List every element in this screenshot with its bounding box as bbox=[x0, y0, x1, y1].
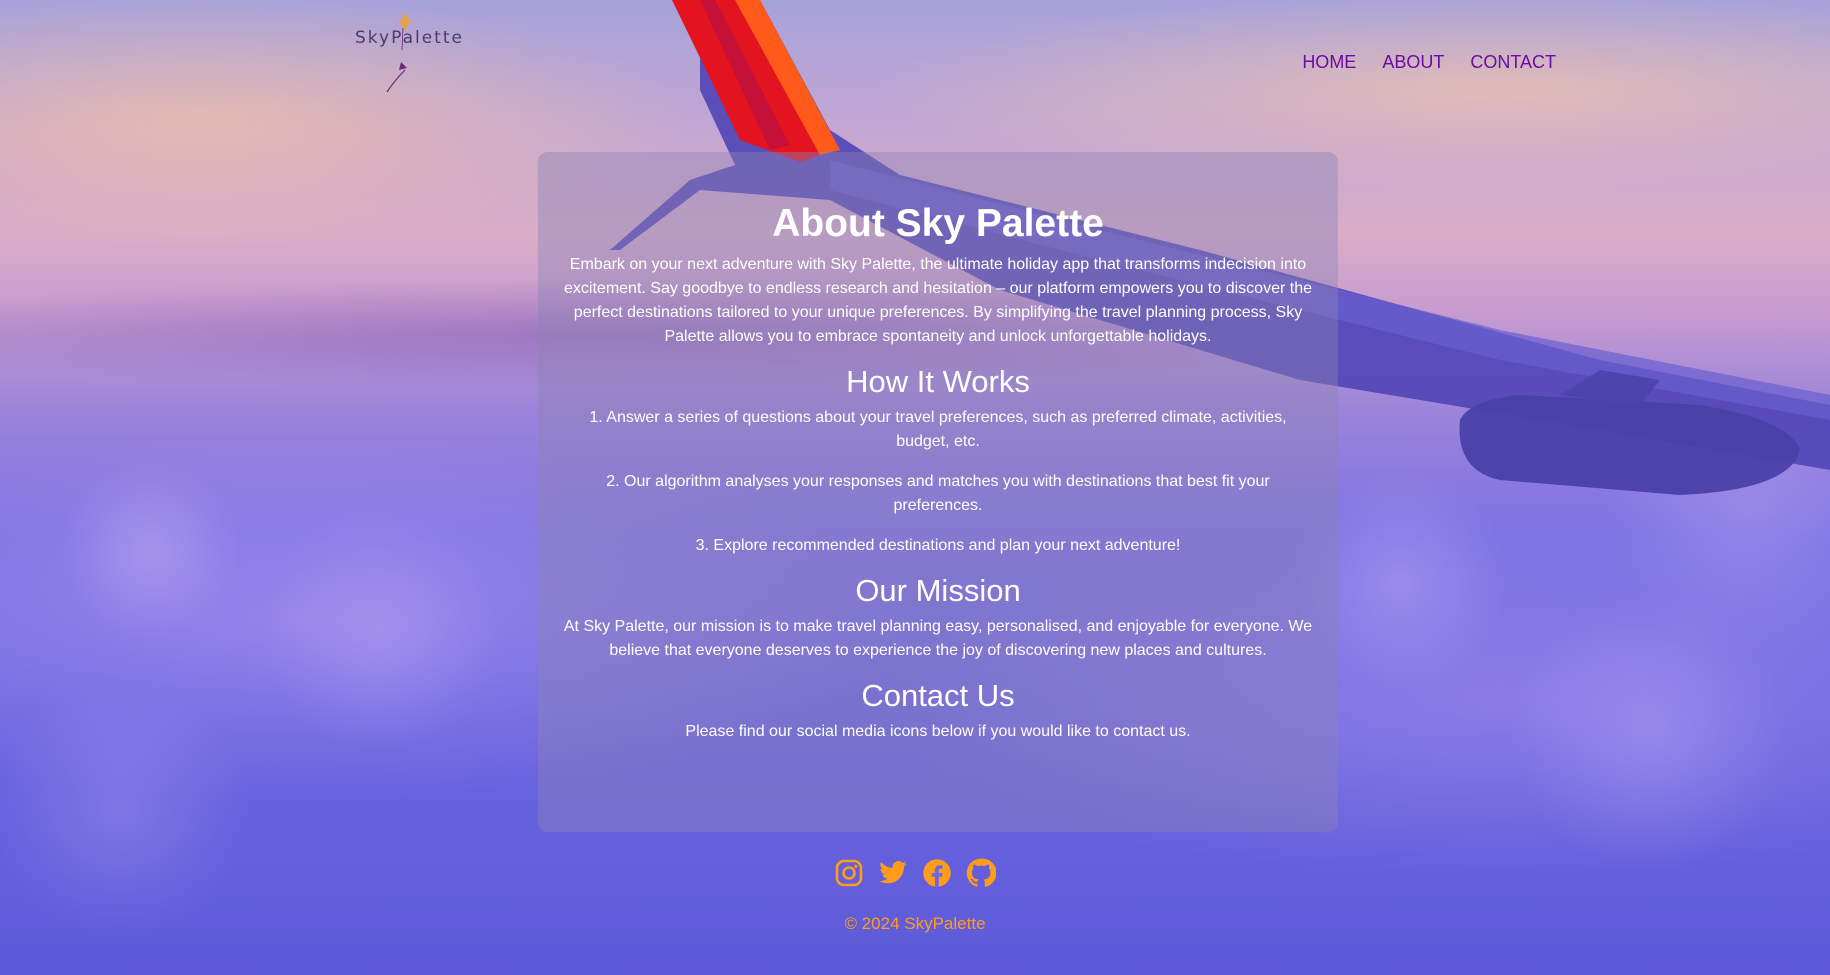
facebook-icon[interactable] bbox=[922, 858, 952, 888]
about-intro-text: Embark on your next adventure with Sky P… bbox=[564, 255, 1312, 345]
contact-title: Contact Us bbox=[861, 678, 1015, 714]
how-it-works-title: How It Works bbox=[846, 363, 1030, 399]
nav-home-link[interactable]: HOME bbox=[1302, 52, 1356, 73]
nav-about-link[interactable]: ABOUT bbox=[1382, 52, 1444, 73]
step-item: 1. Answer a series of questions about yo… bbox=[589, 409, 1287, 451]
about-title: About Sky Palette bbox=[772, 202, 1104, 245]
about-card: About Sky Palette Embark on your next ad… bbox=[538, 152, 1338, 832]
step-item: 2. Our algorithm analyses your responses… bbox=[606, 473, 1270, 515]
nav-contact-link[interactable]: CONTACT bbox=[1470, 52, 1556, 73]
how-it-works-steps: 1. Answer a series of questions about yo… bbox=[560, 406, 1316, 558]
step-item: 3. Explore recommended destinations and … bbox=[695, 537, 1181, 555]
main-nav: HOME ABOUT CONTACT bbox=[1302, 52, 1556, 73]
plane-logo-icon bbox=[386, 12, 413, 93]
copyright-text: © 2024 SkyPalette bbox=[844, 914, 986, 933]
logo-text: SkyPalette bbox=[355, 28, 464, 48]
site-logo[interactable]: SkyPalette bbox=[355, 10, 464, 95]
mission-title: Our Mission bbox=[855, 573, 1021, 609]
instagram-icon[interactable] bbox=[834, 858, 864, 888]
social-links bbox=[0, 858, 1830, 888]
contact-text: Please find our social media icons below… bbox=[685, 723, 1191, 741]
twitter-icon[interactable] bbox=[878, 858, 908, 888]
mission-text: At Sky Palette, our mission is to make t… bbox=[563, 618, 1313, 660]
github-icon[interactable] bbox=[966, 858, 997, 888]
